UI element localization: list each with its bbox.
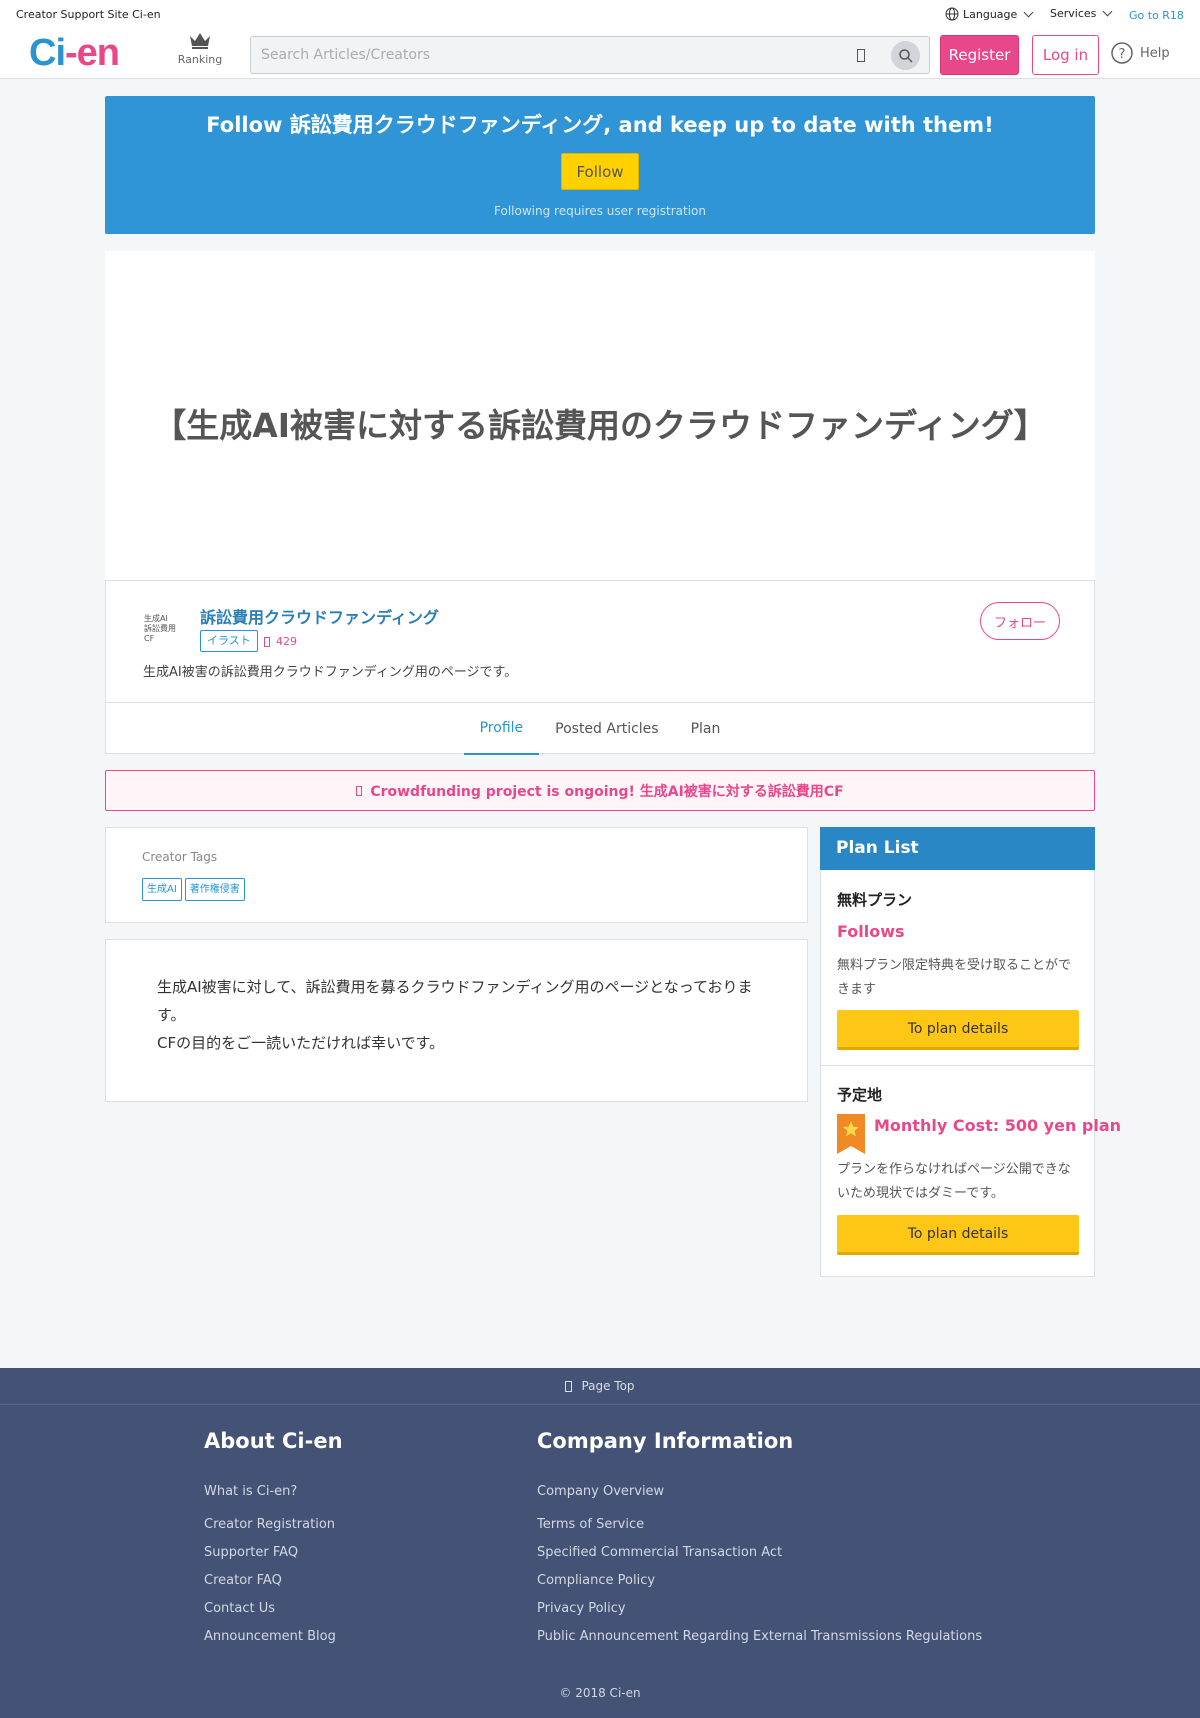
globe-icon: [945, 7, 959, 21]
plan-name: 予定地: [837, 1086, 883, 1104]
creator-tabs: Profile Posted Articles Plan: [106, 702, 1094, 755]
profile-body-card: 生成AI被害に対して、訴訟費用を募るクラウドファンディング用のページとなっており…: [105, 939, 808, 1102]
hero-title: 【生成AI被害に対する訴訟費用のクラウドファンディング】: [153, 406, 1047, 445]
logo-main: Ci: [29, 32, 66, 74]
footer-link[interactable]: Public Announcement Regarding External T…: [537, 1629, 982, 1644]
plan-details-button[interactable]: To plan details: [837, 1010, 1079, 1050]
star-badge-icon: [837, 1114, 865, 1154]
site-header: Creator Support Site Ci-en Ci-en Ranking…: [0, 0, 1200, 79]
profile-body-line: 生成AI被害に対して、訴訟費用を募るクラウドファンディング用のページとなっており…: [157, 978, 753, 1024]
chevron-down-icon: [1102, 6, 1113, 17]
banner-title: Follow 訴訟費用クラウドファンディング, and keep up to d…: [206, 113, 994, 137]
help-link[interactable]: ? Help: [1111, 42, 1170, 64]
profile-body-text: 生成AI被害に対して、訴訟費用を募るクラウドファンディング用のページとなっており…: [157, 973, 757, 1057]
register-button[interactable]: Register: [940, 35, 1019, 75]
profile-body-line: CFの目的をご一読いただければ幸いです。: [157, 1034, 445, 1052]
crowdfunding-notice[interactable]: Crowdfunding project is ongoing! 生成AI被害に…: [105, 770, 1095, 811]
creator-tags-card: Creator Tags 生成AI 著作権侵害: [105, 827, 808, 923]
footer-link[interactable]: Announcement Blog: [204, 1629, 336, 1644]
services-label: Services: [1050, 7, 1097, 20]
plan-name: 無料プラン: [837, 891, 913, 909]
follow-button[interactable]: Follow: [561, 153, 639, 190]
footer-link[interactable]: Company Overview: [537, 1484, 664, 1499]
footer-link[interactable]: Specified Commercial Transaction Act: [537, 1545, 782, 1560]
follower-count-value: 429: [276, 635, 297, 648]
ranking-link[interactable]: Ranking: [170, 31, 230, 66]
plan-details-button[interactable]: To plan details: [837, 1215, 1079, 1255]
footer-link[interactable]: Terms of Service: [537, 1517, 644, 1532]
arrow-up-icon: [565, 1380, 573, 1392]
plan-list: 無料プラン Follows 無料プラン限定特典を受け取ることができます To p…: [820, 870, 1121, 1277]
keyboard-icon: [857, 49, 865, 62]
follower-count: 429: [264, 635, 297, 648]
plan-description: 無料プラン限定特典を受け取ることができます: [837, 958, 1072, 997]
tab-profile[interactable]: Profile: [463, 703, 540, 755]
avatar[interactable]: 生成AI 訴訟費用 CF: [144, 614, 188, 644]
creator-description: 生成AI被害の訴訟費用クラウドファンディング用のページです。: [143, 665, 518, 680]
follow-creator-button[interactable]: フォロー: [980, 602, 1060, 640]
notice-text: Crowdfunding project is ongoing! 生成AI被害に…: [370, 783, 844, 800]
help-label: Help: [1140, 45, 1170, 61]
tab-posted-articles[interactable]: Posted Articles: [539, 703, 674, 755]
plan-subtitle: Monthly Cost: 500 yen plan: [874, 1116, 1122, 1135]
search-button[interactable]: [891, 41, 920, 70]
plan-subtitle: Follows: [837, 922, 905, 941]
logo-tail: en: [76, 32, 120, 74]
r18-link[interactable]: Go to R18: [1129, 9, 1184, 22]
creator-name[interactable]: 訴訟費用クラウドファンディング: [200, 604, 439, 628]
footer-link[interactable]: Compliance Policy: [537, 1573, 655, 1588]
language-menu[interactable]: Language: [945, 7, 1034, 21]
login-button[interactable]: Log in: [1032, 35, 1099, 75]
services-menu[interactable]: Services: [1050, 6, 1113, 20]
language-label: Language: [963, 7, 1018, 21]
footer-link[interactable]: Contact Us: [204, 1601, 275, 1616]
logo-dash: -: [65, 32, 78, 74]
footer-link[interactable]: Creator FAQ: [204, 1573, 282, 1588]
company-heading: Company Information: [537, 1429, 794, 1453]
banner-note: Following requires user registration: [494, 204, 706, 218]
site-label: Creator Support Site Ci-en: [16, 8, 161, 21]
plan-item: 予定地 Monthly Cost: 500 yen plan プランを作らなけれ…: [821, 1066, 1121, 1276]
logo[interactable]: Ci-en: [29, 30, 120, 76]
plan-item: 無料プラン Follows 無料プラン限定特典を受け取ることができます To p…: [821, 870, 1094, 1066]
page-top-link[interactable]: Page Top: [0, 1368, 1200, 1405]
tab-plan[interactable]: Plan: [675, 703, 737, 755]
follow-banner: Follow 訴訟費用クラウドファンディング, and keep up to d…: [105, 96, 1095, 234]
creator-card: 生成AI 訴訟費用 CF 訴訟費用クラウドファンディング イラスト 429 生成…: [105, 580, 1095, 755]
svg-text:?: ?: [1119, 47, 1126, 62]
help-icon: ?: [1111, 42, 1133, 64]
avatar-text: 生成AI 訴訟費用 CF: [144, 614, 176, 643]
footer-link[interactable]: Creator Registration: [204, 1517, 335, 1532]
creator-tag-list: 生成AI 著作権侵害: [142, 878, 245, 901]
search-input[interactable]: [261, 37, 851, 73]
crown-icon: [190, 33, 210, 49]
creator-tag[interactable]: 生成AI: [142, 878, 182, 901]
search-bar: [250, 36, 930, 74]
footer-link[interactable]: What is Ci-en?: [204, 1484, 297, 1499]
search-icon: [898, 48, 913, 63]
ranking-label: Ranking: [177, 53, 223, 66]
site-footer: Page Top About Ci-en What is Ci-en? Crea…: [0, 1368, 1200, 1718]
plan-description: プランを作らなければページ公開できないため現状ではダミーです。: [837, 1162, 1071, 1201]
footer-link[interactable]: Privacy Policy: [537, 1601, 626, 1616]
hero-image: 【生成AI被害に対する訴訟費用のクラウドファンディング】: [105, 251, 1095, 581]
creator-tags-label: Creator Tags: [142, 850, 218, 864]
page-top-label: Page Top: [581, 1379, 635, 1393]
copyright: © 2018 Ci-en: [559, 1686, 641, 1700]
heart-icon: [264, 636, 270, 647]
plan-list-heading: Plan List: [820, 827, 1095, 870]
about-heading: About Ci-en: [204, 1429, 343, 1453]
category-tag[interactable]: イラスト: [200, 630, 258, 652]
chevron-down-icon: [1023, 7, 1034, 17]
star-icon: [843, 1121, 859, 1137]
follow-label: Follow: [576, 162, 624, 181]
footer-link[interactable]: Supporter FAQ: [204, 1545, 298, 1560]
creator-tag[interactable]: 著作権侵害: [184, 878, 245, 901]
notice-icon: [356, 785, 363, 796]
